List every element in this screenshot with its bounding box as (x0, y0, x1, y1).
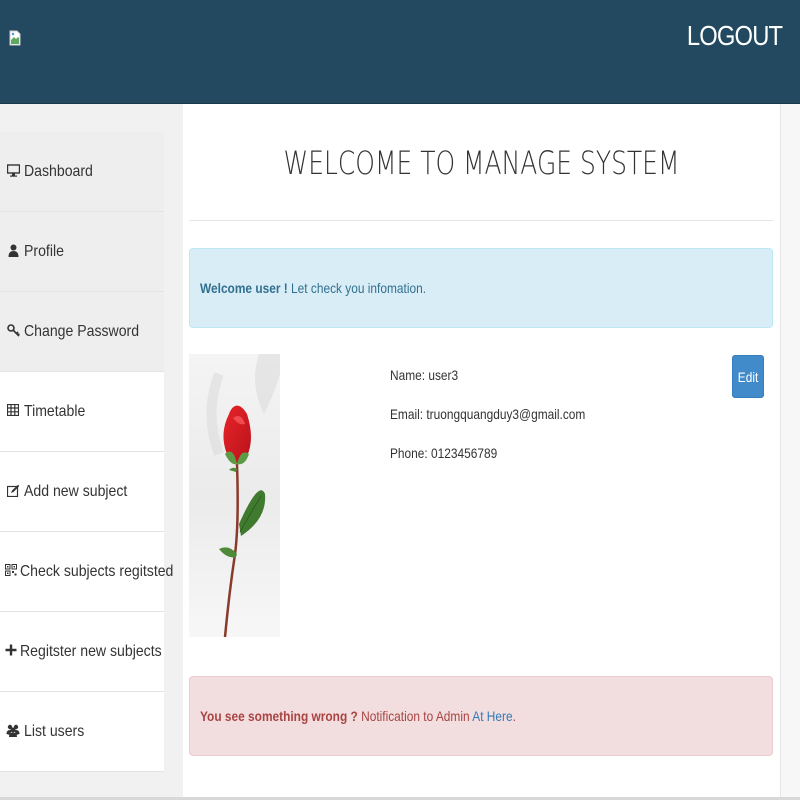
sidebar-item-label: Add new subject (24, 482, 128, 500)
qrcode-icon (5, 564, 17, 579)
broken-image-icon[interactable] (9, 30, 21, 46)
sidebar-item-label: Timetable (24, 402, 86, 420)
edit-button[interactable]: Edit (732, 355, 764, 398)
sidebar-item-label: Dashboard (24, 162, 93, 180)
sidebar-item-list-users[interactable]: List users (0, 692, 164, 772)
sidebar-item-add-new-subject[interactable]: Add new subject (0, 452, 164, 532)
report-alert-end: . (512, 708, 516, 724)
table-icon (5, 403, 21, 419)
report-alert-bold: You see something wrong ? (200, 708, 358, 724)
sidebar-item-change-password[interactable]: Change Password (0, 292, 164, 372)
welcome-alert-text: Welcome user ! Let check you infomation. (200, 280, 426, 296)
scroll-gutter (780, 104, 800, 800)
rose-photo (189, 354, 280, 637)
welcome-alert-message: Let check you infomation. (287, 280, 427, 296)
sidebar-item-label: Profile (24, 242, 64, 260)
sidebar-item-timetable[interactable]: Timetable (0, 372, 164, 452)
edit-icon (5, 484, 21, 500)
sidebar: Dashboard Profile Change Password Timeta… (0, 132, 173, 800)
welcome-alert: Welcome user ! Let check you infomation. (189, 248, 773, 328)
page-title: WELCOME TO MANAGE SYSTEM (283, 144, 680, 182)
profile-name: Name: user3 (390, 367, 459, 383)
at-here-link[interactable]: At Here (472, 708, 512, 724)
sidebar-item-dashboard[interactable]: Dashboard (0, 132, 164, 212)
sidebar-item-register-new-subjects[interactable]: Regitster new subjects (0, 612, 164, 692)
sidebar-item-label: Check subjects regitsted (20, 562, 174, 580)
main-content: WELCOME TO MANAGE SYSTEM Welcome user ! … (183, 104, 780, 800)
sidebar-item-label: Change Password (24, 322, 140, 340)
sidebar-item-label: Regitster new subjects (20, 642, 162, 660)
users-icon (5, 724, 21, 740)
welcome-alert-bold: Welcome user ! (200, 280, 288, 296)
key-icon (5, 323, 21, 340)
sidebar-item-check-subjects[interactable]: Check subjects regitsted (0, 532, 173, 612)
sidebar-item-label: List users (24, 722, 85, 740)
user-icon (5, 244, 21, 260)
profile-email: Email: truongquangduy3@gmail.com (390, 406, 586, 422)
logout-link[interactable]: LOGOUT (687, 20, 783, 52)
report-alert-message: Notification to Admin (357, 708, 473, 724)
plus-icon (5, 644, 17, 659)
profile-phone: Phone: 0123456789 (390, 445, 498, 461)
report-alert: You see something wrong ? Notification t… (189, 676, 773, 756)
edit-button-label: Edit (737, 368, 759, 385)
report-alert-text: You see something wrong ? Notification t… (200, 708, 516, 724)
divider (189, 220, 773, 221)
monitor-icon (5, 163, 21, 180)
top-navbar: LOGOUT (0, 0, 800, 104)
sidebar-item-profile[interactable]: Profile (0, 212, 164, 292)
